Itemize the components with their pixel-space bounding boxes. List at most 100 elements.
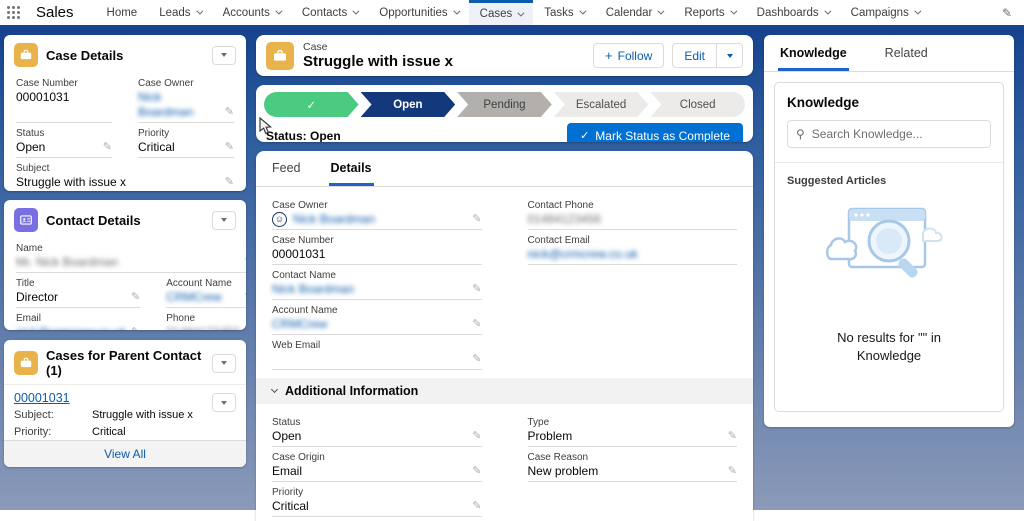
view-all-link[interactable]: View All — [104, 447, 146, 461]
card-title: Contact Details — [46, 213, 212, 228]
edit-pencil-icon[interactable]: ✎ — [472, 499, 481, 512]
card-menu-button[interactable] — [212, 354, 236, 373]
card-title: Cases for Parent Contact (1) — [46, 348, 212, 378]
knowledge-search-input[interactable] — [812, 127, 982, 141]
field-subject: Subject Struggle with issue x ✎ — [272, 517, 482, 521]
case-subject-link[interactable]: Struggle with issue x — [92, 408, 193, 422]
app-name: Sales — [26, 0, 96, 25]
edit-pencil-icon[interactable]: ✎ — [225, 105, 234, 118]
field-status: Status Open ✎ — [16, 123, 112, 158]
card-menu-button[interactable] — [212, 46, 236, 65]
field-contact-name: Contact Name Nick Boardman ✎ — [272, 265, 482, 300]
chevron-down-icon — [579, 8, 586, 15]
email-link[interactable]: nick@crmcrew.co.uk — [16, 325, 126, 330]
field-subject: Subject Struggle with issue x ✎ — [16, 158, 234, 191]
user-avatar: ☺ — [272, 212, 287, 227]
account-name-link[interactable]: CRMCrew — [272, 317, 327, 332]
field-account-name: Account Name CRMCrew ✎ — [166, 273, 246, 308]
field-case-reason: Case Reason New problem ✎ — [528, 447, 738, 482]
nav-item-opportunities[interactable]: Opportunities — [368, 0, 468, 25]
field-status: Status Open ✎ — [272, 412, 482, 447]
contact-name-link[interactable]: Nick Boardman — [272, 282, 354, 297]
path-stage-closed[interactable]: Closed — [650, 92, 745, 117]
tab-knowledge[interactable]: Knowledge — [778, 35, 849, 71]
case-owner-link[interactable]: Nick Boardman — [138, 90, 193, 119]
nav-item-calendar[interactable]: Calendar — [595, 0, 674, 25]
nav-item-campaigns[interactable]: Campaigns — [840, 0, 930, 25]
tab-details[interactable]: Details — [329, 151, 374, 186]
path-stage-open[interactable]: Open — [361, 92, 456, 117]
chevron-down-icon — [824, 8, 831, 15]
case-details-card: Case Details Case Number 00001031 Case O… — [4, 35, 246, 191]
field-account-name: Account Name CRMCrew ✎ — [272, 300, 482, 335]
chevron-down-icon — [727, 54, 733, 58]
tab-related[interactable]: Related — [883, 35, 930, 71]
path-stage-pending[interactable]: Pending — [457, 92, 552, 117]
path-stage-escalated[interactable]: Escalated — [554, 92, 649, 117]
record-actions-dropdown-button[interactable] — [717, 43, 743, 68]
knowledge-search-box: ⚲ — [787, 120, 991, 148]
chevron-down-icon — [196, 8, 203, 15]
edit-pencil-icon[interactable]: ✎ — [244, 290, 246, 303]
nav-item-tasks[interactable]: Tasks — [533, 0, 594, 25]
nav-item-dashboards[interactable]: Dashboards — [746, 0, 840, 25]
nav-item-contacts[interactable]: Contacts — [291, 0, 368, 25]
chevron-down-icon — [518, 9, 525, 16]
edit-pencil-icon[interactable]: ✎ — [225, 175, 234, 188]
field-contact-email: Contact Email nick@crmcrew.co.uk — [528, 230, 738, 265]
field-phone: Phone 01484123456 ✎ — [166, 308, 246, 330]
path-stage-complete[interactable]: ✓ — [264, 92, 359, 117]
edit-button[interactable]: Edit — [672, 43, 717, 68]
edit-pencil-icon[interactable]: ✎ — [225, 140, 234, 153]
nav-item-home[interactable]: Home — [96, 0, 149, 25]
follow-button[interactable]: +Follow — [593, 43, 664, 68]
account-link[interactable]: CRMCrew — [166, 290, 221, 304]
edit-pencil-icon[interactable]: ✎ — [103, 140, 112, 153]
edit-pencil-icon[interactable]: ✎ — [472, 282, 481, 295]
contact-email-link[interactable]: nick@crmcrew.co.uk — [528, 247, 638, 262]
nav-item-cases[interactable]: Cases — [469, 0, 534, 25]
knowledge-heading: Knowledge — [787, 95, 991, 110]
chevron-down-icon — [658, 8, 665, 15]
row-menu-button[interactable] — [212, 393, 236, 412]
edit-pencil-icon[interactable]: ✎ — [131, 325, 140, 330]
no-results-illustration — [823, 203, 955, 303]
edit-pencil-icon[interactable]: ✎ — [728, 464, 737, 477]
edit-pencil-icon[interactable]: ✎ — [244, 325, 246, 330]
tab-feed[interactable]: Feed — [270, 151, 303, 186]
search-icon: ⚲ — [796, 127, 805, 141]
nav-item-reports[interactable]: Reports — [673, 0, 745, 25]
additional-information-section-header[interactable]: Additional Information — [256, 378, 753, 404]
chevron-down-icon — [914, 8, 921, 15]
nav-item-leads[interactable]: Leads — [148, 0, 211, 25]
record-detail-card: Feed Details Case Owner ☺ Nick Boardman … — [256, 151, 753, 521]
global-nav: Sales Home Leads Accounts Contacts Oppor… — [0, 0, 1024, 25]
edit-pencil-icon[interactable]: ✎ — [472, 352, 481, 365]
mark-status-complete-button[interactable]: ✓Mark Status as Complete — [567, 123, 743, 142]
chevron-down-icon — [353, 8, 360, 15]
field-case-number: Case Number 00001031 — [16, 73, 112, 123]
edit-pencil-icon[interactable]: ✎ — [472, 464, 481, 477]
app-launcher-icon[interactable] — [0, 0, 26, 25]
card-menu-button[interactable] — [212, 211, 236, 230]
case-number-link[interactable]: 00001031 — [14, 391, 70, 405]
record-header-card: Case Struggle with issue x +Follow Edit — [256, 35, 753, 76]
edit-pencil-icon[interactable]: ✎ — [244, 255, 246, 268]
field-email: Email nick@crmcrew.co.uk ✎ — [16, 308, 140, 330]
edit-pencil-icon[interactable]: ✎ — [131, 290, 140, 303]
record-title: Struggle with issue x — [303, 53, 453, 70]
edit-pencil-icon[interactable]: ✎ — [472, 429, 481, 442]
side-tabs: Knowledge Related — [764, 35, 1014, 72]
case-owner-link[interactable]: Nick Boardman — [293, 212, 375, 227]
nav-edit-pencil-icon[interactable]: ✎ — [990, 0, 1024, 25]
contact-card-icon — [14, 208, 38, 232]
edit-pencil-icon[interactable]: ✎ — [472, 212, 481, 225]
edit-pencil-icon[interactable]: ✎ — [472, 317, 481, 330]
check-icon: ✓ — [580, 129, 589, 142]
knowledge-card: Knowledge ⚲ Suggested Articles No r — [774, 82, 1004, 412]
field-description: Description ✎ — [528, 517, 738, 521]
empty-state: No results for "" in Knowledge — [775, 203, 1003, 365]
edit-pencil-icon[interactable]: ✎ — [728, 429, 737, 442]
nav-item-accounts[interactable]: Accounts — [212, 0, 291, 25]
cases-for-parent-contact-card: Cases for Parent Contact (1) 00001031 Su… — [4, 340, 246, 467]
